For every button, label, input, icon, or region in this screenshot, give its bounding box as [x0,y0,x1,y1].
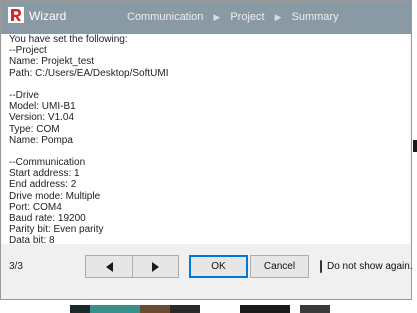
arrow-left-icon [105,261,113,272]
chevron-right-icon: ▶ [213,11,221,22]
summary-panel: You have set the following: --Project Name… [2,34,410,258]
ok-button[interactable]: OK [189,255,248,278]
summary-line: Drive mode: Multiple [9,190,101,202]
app-logo-icon [8,7,24,23]
breadcrumb-summary[interactable]: Summary [292,11,339,23]
background-fragment [240,305,290,313]
summary-line: Name: Pompa [9,134,73,146]
summary-line: --Project [9,45,47,57]
window-title: Wizard [29,9,67,23]
arrow-right-icon [152,261,159,272]
summary-line: --Drive [9,89,39,101]
summary-line: Type: COM [9,123,60,135]
summary-line: Version: V1.04 [9,112,75,124]
summary-line: Model: UMI-B1 [9,101,76,113]
summary-line: Port: COM4 [9,201,62,213]
summary-line: Name: Projekt_test [9,56,95,68]
summary-text: You have set the following: --Project Name… [9,34,169,258]
background-fragment [300,305,330,313]
summary-line: Start address: 1 [9,168,80,180]
do-not-show-again-label: Do not show again. [327,261,413,272]
wizard-dialog: Wizard Communication ▶ Project ▶ Summary… [0,0,413,300]
breadcrumb: Communication ▶ Project ▶ Summary [127,11,339,23]
summary-line: Baud rate: 19200 [9,213,86,224]
background-fragment [140,305,170,313]
background-edge [412,0,417,313]
do-not-show-again-checkbox[interactable] [320,260,322,273]
background-fragment [90,305,140,313]
summary-line: You have set the following: [9,34,128,45]
cancel-button[interactable]: Cancel [250,255,309,278]
summary-line: Parity bit: Even parity [9,224,104,236]
background-fragment [170,305,200,313]
summary-line [9,79,169,90]
footer-bar: 3/3 OK Cancel Do not show again. [1,244,413,299]
chevron-right-icon: ▶ [274,11,282,22]
background-fragment [413,140,417,152]
background-fragment [70,305,90,313]
summary-line: --Communication [9,157,86,169]
breadcrumb-communication[interactable]: Communication [127,11,203,23]
breadcrumb-project[interactable]: Project [230,11,264,23]
background-strip [0,300,417,313]
previous-button[interactable] [85,255,133,278]
do-not-show-again-option[interactable]: Do not show again. [315,255,413,278]
title-bar[interactable]: Wizard Communication ▶ Project ▶ Summary [1,1,411,34]
page-indicator: 3/3 [9,261,23,272]
summary-line: End address: 2 [9,179,77,191]
summary-line [9,146,169,157]
next-button[interactable] [132,255,179,278]
summary-line: Path: C:/Users/EA/Desktop/SoftUMI [9,67,169,79]
